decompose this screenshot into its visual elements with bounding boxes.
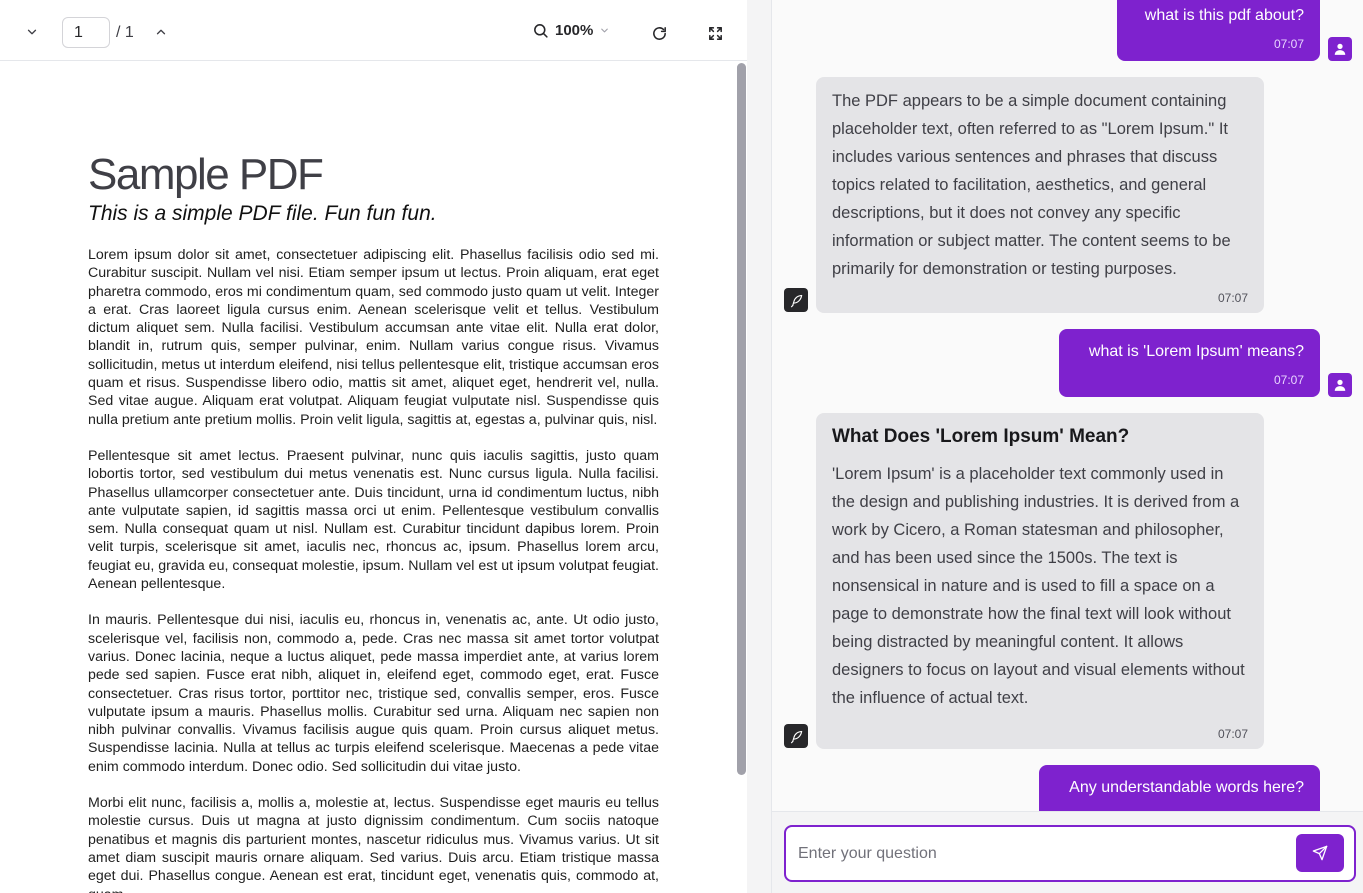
question-input[interactable] [798, 837, 1288, 871]
fullscreen-button[interactable] [704, 22, 726, 44]
expand-icon [708, 26, 722, 40]
pdf-paragraph: Morbi elit nunc, facilisis a, mollis a, … [88, 795, 659, 893]
user-message: what is 'Lorem Ipsum' means? 07:07 [1059, 329, 1320, 397]
user-avatar [1328, 373, 1352, 397]
message-time: 07:07 [1217, 291, 1248, 305]
pdf-paragraph: In mauris. Pellentesque dui nisi, iaculi… [88, 612, 659, 775]
page-number-input[interactable] [62, 17, 110, 48]
pdf-body: Lorem ipsum dolor sit amet, consectetuer… [88, 246, 659, 893]
message-time: 07:07 [1217, 727, 1248, 741]
pdf-paragraph: Lorem ipsum dolor sit amet, consectetuer… [88, 247, 659, 428]
message-text: 'Lorem Ipsum' is a placeholder text comm… [832, 465, 1245, 707]
message-heading: What Does 'Lorem Ipsum' Mean? [832, 426, 1130, 447]
bot-avatar [784, 288, 808, 312]
pdf-paragraph: Pellentesque sit amet lectus. Praesent p… [88, 447, 659, 593]
pdf-title: Sample PDF [88, 150, 324, 199]
pdf-viewer: / 1 100% Sample PDF This is a simple PDF… [0, 0, 747, 893]
pdf-subtitle: This is a simple PDF file. Fun fun fun. [88, 202, 437, 225]
user-avatar [1328, 37, 1352, 61]
chat-input-bar [772, 811, 1363, 893]
pdf-toolbar: / 1 100% [0, 0, 747, 61]
bot-message: What Does 'Lorem Ipsum' Mean? 'Lorem Ips… [816, 413, 1264, 749]
message-time: 07:07 [1273, 37, 1304, 51]
chevron-down-icon [27, 29, 37, 35]
bot-message: The PDF appears to be a simple document … [816, 77, 1264, 313]
message-text: what is 'Lorem Ipsum' means? [1088, 343, 1304, 360]
message-text: Any understandable words here? [1069, 779, 1304, 796]
zoom-dropdown[interactable]: 100% [532, 22, 610, 39]
previous-page-button[interactable] [22, 22, 42, 42]
feather-icon [790, 730, 802, 743]
message-text: what is this pdf about? [1144, 7, 1304, 24]
question-input-box [784, 825, 1356, 882]
user-message: what is this pdf about? 07:07 [1117, 0, 1320, 61]
chat-panel: what is this pdf about? 07:07 The PDF ap… [772, 0, 1363, 811]
user-icon [1334, 43, 1346, 55]
user-message: Any understandable words here? [1039, 765, 1320, 811]
message-time: 07:07 [1273, 373, 1304, 387]
next-page-button[interactable] [151, 22, 171, 42]
feather-icon [790, 294, 802, 307]
rotate-button[interactable] [648, 22, 670, 44]
refresh-icon [652, 26, 666, 40]
search-icon [534, 24, 548, 38]
chevron-down-icon [601, 28, 609, 33]
pdf-scrollbar[interactable] [737, 63, 746, 775]
chevron-up-icon [156, 29, 166, 35]
send-icon [1312, 845, 1328, 861]
user-icon [1334, 379, 1346, 391]
message-text: The PDF appears to be a simple document … [832, 92, 1231, 278]
send-button[interactable] [1296, 834, 1344, 872]
bot-avatar [784, 724, 808, 748]
zoom-level: 100% [555, 22, 594, 39]
page-total: / 1 [116, 24, 134, 41]
